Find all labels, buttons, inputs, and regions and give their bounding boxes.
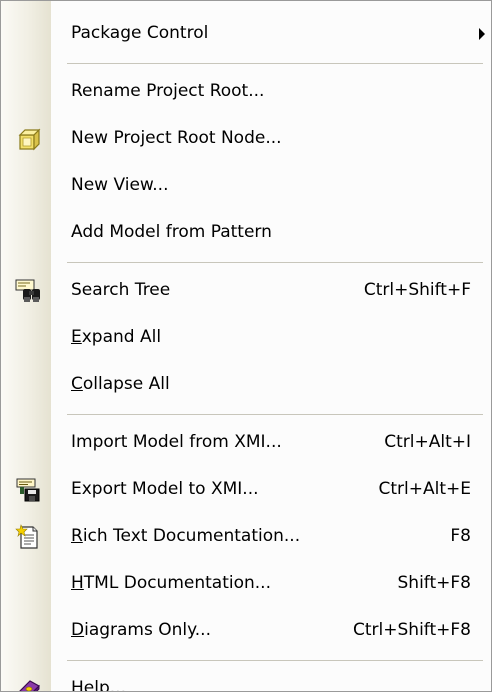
menu-item-diagrams-only[interactable]: Diagrams Only... Ctrl+Shift+F8 xyxy=(1,608,491,655)
menu-item-label: Help... xyxy=(71,678,126,692)
menu-item-label: Expand All xyxy=(71,327,161,347)
menu-items: Package Control Rename Project Root... N… xyxy=(1,11,491,692)
menu-item-search-tree[interactable]: Search Tree Ctrl+Shift+F xyxy=(1,268,491,315)
binoculars-icon xyxy=(15,279,40,302)
menu-item-new-view[interactable]: New View... xyxy=(1,163,491,210)
menu-item-new-project-root-node[interactable]: New Project Root Node... xyxy=(1,116,491,163)
menu-item-package-control[interactable]: Package Control xyxy=(1,11,491,58)
context-menu: Package Control Rename Project Root... N… xyxy=(0,0,492,692)
menu-item-label: Search Tree xyxy=(71,280,171,300)
menu-item-html-documentation[interactable]: HTML Documentation... Shift+F8 xyxy=(1,561,491,608)
menu-separator xyxy=(1,409,491,420)
menu-item-help[interactable]: Help... xyxy=(1,666,491,692)
folder-root-icon xyxy=(18,128,41,151)
menu-item-label: Diagrams Only... xyxy=(71,620,211,640)
mnemonic-letter: H xyxy=(71,573,84,593)
menu-item-shortcut: Ctrl+Alt+I xyxy=(384,432,471,452)
menu-item-label-rest: iagrams Only... xyxy=(84,620,211,640)
menu-item-label: HTML Documentation... xyxy=(71,573,271,593)
document-icon xyxy=(15,524,38,549)
menu-separator xyxy=(1,655,491,666)
menu-item-shortcut: Shift+F8 xyxy=(397,573,471,593)
menu-item-label-rest: xpand All xyxy=(81,327,162,347)
menu-item-label: Add Model from Pattern xyxy=(71,222,272,242)
menu-item-import-model-from-xmi[interactable]: Import Model from XMI... Ctrl+Alt+I xyxy=(1,420,491,467)
menu-item-shortcut: F8 xyxy=(450,526,471,546)
menu-item-export-model-to-xmi[interactable]: Export Model to XMI... Ctrl+Alt+E xyxy=(1,467,491,514)
menu-item-label-rest: ich Text Documentation... xyxy=(82,526,301,546)
menu-item-collapse-all[interactable]: Collapse All xyxy=(1,362,491,409)
menu-item-expand-all[interactable]: Expand All xyxy=(1,315,491,362)
menu-item-label: Collapse All xyxy=(71,374,170,394)
menu-item-label: Rename Project Root... xyxy=(71,81,265,101)
help-book-icon xyxy=(19,680,40,691)
submenu-arrow-icon xyxy=(479,28,485,40)
mnemonic-letter: D xyxy=(71,620,85,640)
menu-item-label: New View... xyxy=(71,175,169,195)
menu-separator xyxy=(1,58,491,69)
export-xmi-icon xyxy=(16,478,40,502)
menu-item-label: Import Model from XMI... xyxy=(71,432,282,452)
mnemonic-letter: R xyxy=(71,526,83,546)
menu-separator xyxy=(1,257,491,268)
menu-item-label: Rich Text Documentation... xyxy=(71,526,300,546)
mnemonic-letter: C xyxy=(71,374,83,394)
mnemonic-letter: E xyxy=(71,327,82,347)
menu-item-label: Export Model to XMI... xyxy=(71,479,259,499)
menu-item-rename-project-root[interactable]: Rename Project Root... xyxy=(1,69,491,116)
menu-item-shortcut: Ctrl+Shift+F xyxy=(363,280,471,300)
menu-item-label: Package Control xyxy=(71,23,209,43)
menu-item-label-rest: ollapse All xyxy=(82,374,170,394)
menu-item-label: New Project Root Node... xyxy=(71,128,282,148)
menu-item-rich-text-documentation[interactable]: Rich Text Documentation... F8 xyxy=(1,514,491,561)
menu-item-shortcut: Ctrl+Shift+F8 xyxy=(353,620,471,640)
menu-item-label-rest: TML Documentation... xyxy=(83,573,271,593)
menu-item-shortcut: Ctrl+Alt+E xyxy=(378,479,472,499)
menu-item-add-model-from-pattern[interactable]: Add Model from Pattern xyxy=(1,210,491,257)
